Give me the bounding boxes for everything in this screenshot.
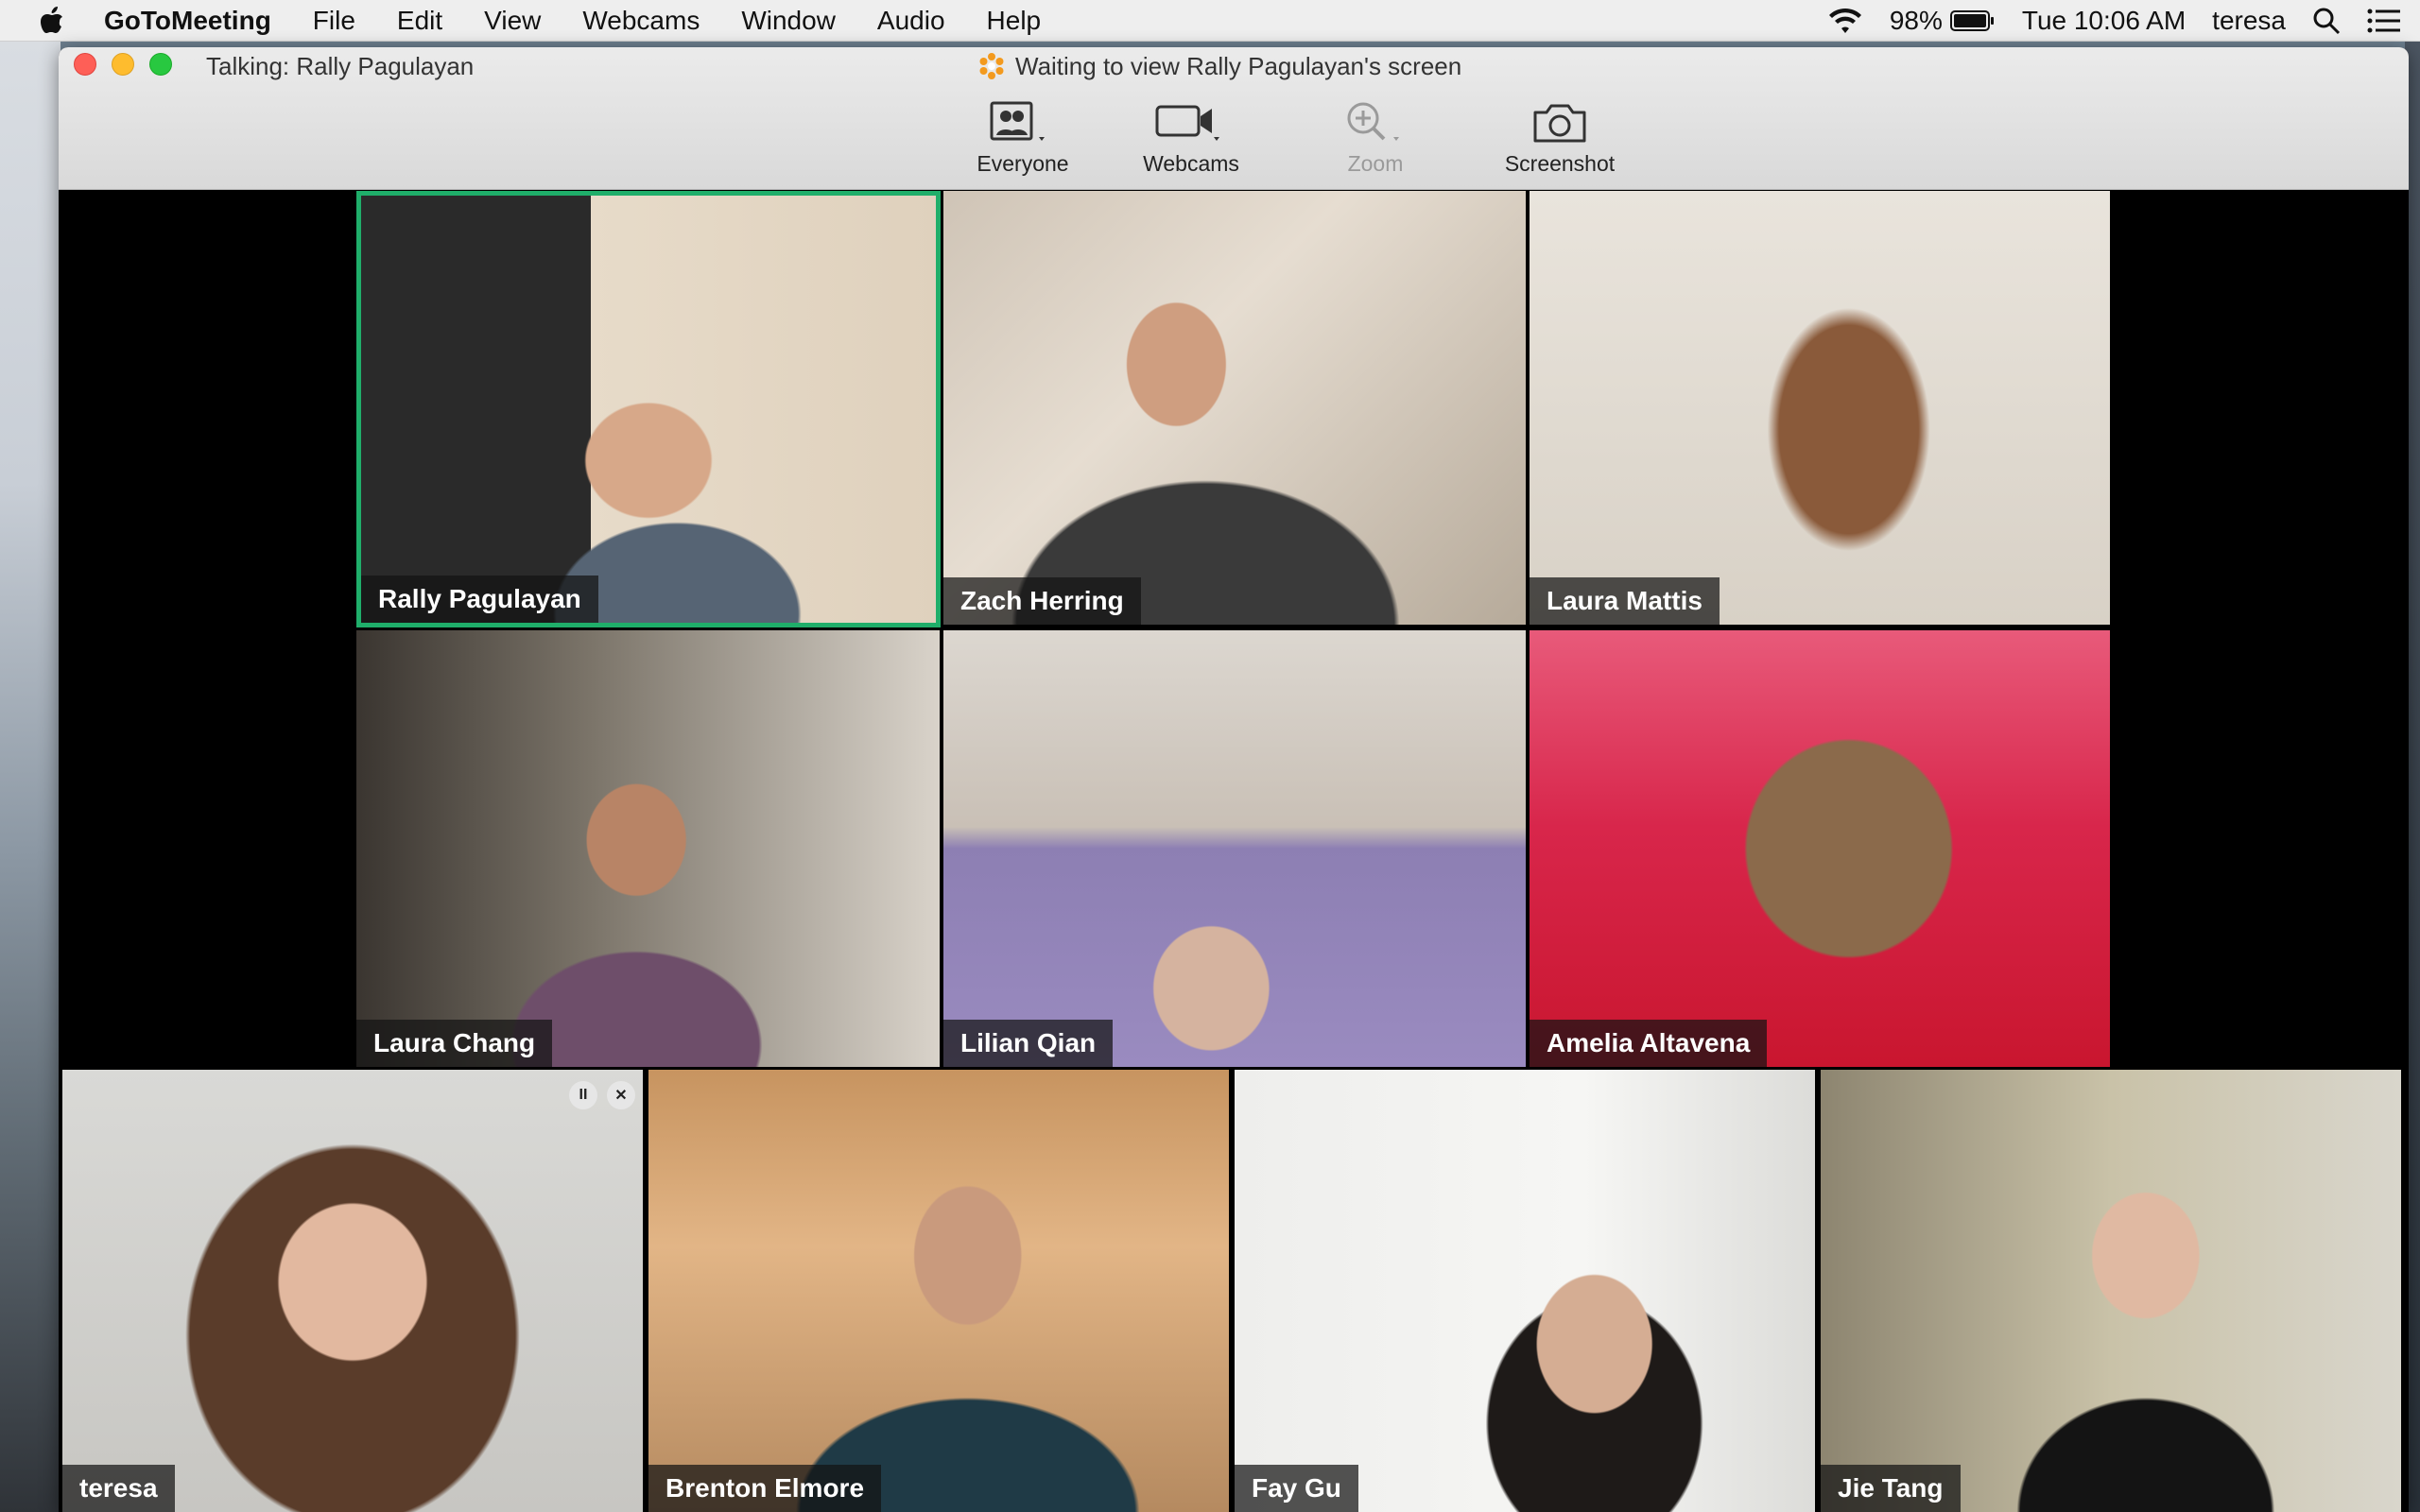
camera-icon	[1531, 96, 1588, 149]
zoom-label: Zoom	[1347, 151, 1404, 176]
everyone-button[interactable]: Everyone	[938, 96, 1108, 177]
participant-name: teresa	[62, 1465, 175, 1512]
menu-bar: GoToMeeting File Edit View Webcams Windo…	[0, 0, 2420, 42]
video-tile-lilian-qian[interactable]: Lilian Qian	[943, 630, 1526, 1067]
minimize-window-button[interactable]	[112, 53, 134, 76]
spotlight-search-icon[interactable]	[2312, 7, 2341, 35]
talking-indicator: Talking: Rally Pagulayan	[206, 52, 475, 80]
wifi-icon[interactable]	[1827, 7, 1863, 35]
participant-name: Laura Chang	[356, 1020, 553, 1067]
video-grid: Rally Pagulayan Zach Herring Laura Matti…	[59, 191, 2409, 1512]
participant-name: Jie Tang	[1821, 1465, 1961, 1512]
webcam-icon	[1155, 96, 1227, 149]
participant-name: Lilian Qian	[943, 1020, 1114, 1067]
title-bar[interactable]: Talking: Rally Pagulayan Waiting to view…	[59, 47, 2409, 190]
notification-center-icon[interactable]	[2367, 8, 2401, 34]
participant-name: Zach Herring	[943, 577, 1141, 625]
participant-name: Laura Mattis	[1530, 577, 1720, 625]
video-tile-laura-mattis[interactable]: Laura Mattis	[1530, 191, 2110, 625]
participant-name: Fay Gu	[1235, 1465, 1358, 1512]
video-tile-laura-chang[interactable]: Laura Chang	[356, 630, 940, 1067]
menu-view[interactable]: View	[463, 0, 562, 42]
zoom-button[interactable]: Zoom	[1290, 96, 1461, 177]
participant-name: Brenton Elmore	[648, 1465, 882, 1512]
pause-video-button[interactable]: II	[569, 1081, 597, 1109]
everyone-label: Everyone	[977, 151, 1069, 176]
webcams-label: Webcams	[1143, 151, 1239, 176]
close-self-view-button[interactable]: ✕	[607, 1081, 635, 1109]
video-tile-amelia-altavena[interactable]: Amelia Altavena	[1530, 630, 2110, 1067]
close-window-button[interactable]	[74, 53, 96, 76]
menu-webcams[interactable]: Webcams	[562, 0, 720, 42]
video-tile-brenton-elmore[interactable]: Brenton Elmore	[648, 1070, 1229, 1512]
video-tile-jie-tang[interactable]: Jie Tang	[1821, 1070, 2401, 1512]
gotomeeting-window: Talking: Rally Pagulayan Waiting to view…	[59, 47, 2409, 1512]
menu-edit[interactable]: Edit	[376, 0, 463, 42]
video-tile-rally-pagulayan[interactable]: Rally Pagulayan	[356, 191, 941, 627]
video-tile-self-teresa[interactable]: II ✕ teresa	[62, 1070, 643, 1512]
window-controls	[74, 53, 187, 76]
screen-share-status: Waiting to view Rally Pagulayan's screen	[977, 51, 1461, 81]
menu-app-name[interactable]: GoToMeeting	[104, 0, 292, 42]
screen-share-status-text: Waiting to view Rally Pagulayan's screen	[1015, 52, 1462, 80]
clock[interactable]: Tue 10:06 AM	[2022, 6, 2186, 36]
apple-icon[interactable]	[0, 6, 104, 35]
menu-audio[interactable]: Audio	[856, 0, 966, 42]
video-tile-fay-gu[interactable]: Fay Gu	[1235, 1070, 1815, 1512]
zoom-in-icon	[1342, 96, 1409, 149]
menu-help[interactable]: Help	[966, 0, 1063, 42]
participant-name: Rally Pagulayan	[361, 576, 598, 623]
desktop-wallpaper	[0, 42, 60, 1512]
participant-name: Amelia Altavena	[1530, 1020, 1768, 1067]
toolbar: Everyone Webcams Zoom Screenshot	[59, 96, 2409, 187]
screenshot-label: Screenshot	[1504, 151, 1616, 176]
menu-file[interactable]: File	[292, 0, 376, 42]
webcams-button[interactable]: Webcams	[1106, 96, 1276, 177]
zoom-window-button[interactable]	[149, 53, 172, 76]
screenshot-button[interactable]: Screenshot	[1475, 96, 1645, 177]
loading-spinner-icon	[977, 52, 1006, 80]
video-tile-zach-herring[interactable]: Zach Herring	[943, 191, 1526, 625]
user-name[interactable]: teresa	[2212, 6, 2286, 36]
battery-percent: 98%	[1889, 5, 1943, 35]
menu-window[interactable]: Window	[720, 0, 856, 42]
battery-icon[interactable]	[1949, 9, 1996, 32]
everyone-icon	[990, 96, 1056, 149]
